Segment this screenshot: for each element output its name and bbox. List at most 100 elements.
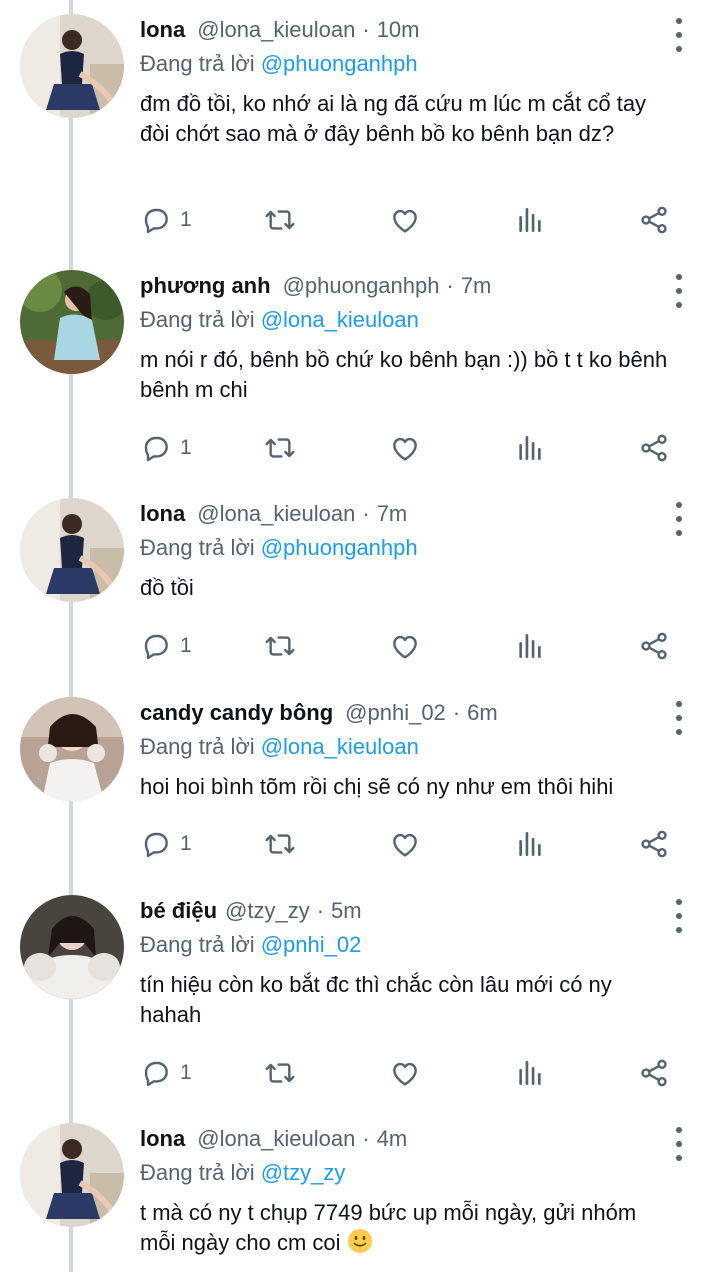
tweet-header: lona @lona_kieuloan · 10m [140,17,420,43]
thread-connector-line [69,0,73,1272]
retweet-icon [265,636,295,656]
retweet-button[interactable] [264,202,296,238]
timestamp[interactable]: 7m [461,273,492,299]
views-button[interactable] [514,202,546,238]
user-handle[interactable]: @phuonganhph [283,273,440,299]
user-handle[interactable]: @tzy_zy [225,898,310,924]
reply-icon [144,208,168,234]
user-handle[interactable]: @lona_kieuloan [197,501,355,527]
share-icon [641,632,667,660]
mention-link[interactable]: @pnhi_02 [261,932,362,958]
retweet-button[interactable] [264,826,296,862]
tweet-text: tín hiệu còn ko bắt đc thì chắc còn lâu … [140,972,612,1027]
reply-button[interactable]: 1 [140,202,192,238]
timestamp[interactable]: 10m [377,17,420,43]
like-button[interactable] [389,1055,421,1091]
views-button[interactable] [514,628,546,664]
views-button[interactable] [514,430,546,466]
tweet-actions: 1 [140,826,680,862]
reply-icon [144,1061,168,1087]
avatar[interactable] [20,895,124,999]
analytics-icon [519,832,541,856]
mention-link[interactable]: @lona_kieuloan [261,734,419,760]
tweet-text-container: t mà có ny t chụp 7749 bức up mỗi ngày, … [140,1198,674,1258]
replying-to: Đang trả lời @pnhi_02 [140,932,362,958]
timestamp[interactable]: 4m [377,1126,408,1152]
reply-button[interactable]: 1 [140,826,192,862]
views-button[interactable] [514,826,546,862]
display-name[interactable]: phương anh [140,273,271,299]
views-button[interactable] [514,1055,546,1091]
timestamp[interactable]: 7m [377,501,408,527]
tweet-text: t mà có ny t chụp 7749 bức up mỗi ngày, … [140,1200,637,1255]
avatar[interactable] [20,270,124,374]
more-vertical-icon [676,899,682,905]
like-button[interactable] [389,202,421,238]
reply-button[interactable]: 1 [140,430,192,466]
avatar[interactable] [20,14,124,118]
analytics-icon [519,436,541,460]
like-button[interactable] [389,826,421,862]
replying-to: Đang trả lời @lona_kieuloan [140,307,419,333]
replying-to: Đang trả lời @phuonganhph [140,51,418,77]
retweet-button[interactable] [264,628,296,664]
tweet-actions: 1 [140,202,680,238]
share-icon [641,434,667,462]
avatar[interactable] [20,697,124,801]
avatar[interactable] [20,1123,124,1227]
replying-to: Đang trả lời @tzy_zy [140,1160,346,1186]
share-button[interactable] [638,628,670,664]
timestamp[interactable]: 6m [467,700,498,726]
tweet-actions: 1 [140,1055,680,1091]
display-name[interactable]: bé điệu [140,898,217,924]
heart-icon [393,833,417,857]
share-icon [641,830,667,858]
display-name[interactable]: lona [140,1126,185,1152]
reply-count: 1 [180,832,192,855]
tweet-header: lona @lona_kieuloan · 7m [140,501,408,527]
slightly-smiling-face-icon [347,1229,372,1253]
tweet-text: hoi hoi bình tõm rồi chị sẽ có ny như em… [140,774,614,799]
timestamp[interactable]: 5m [331,898,362,924]
reply-count: 1 [180,634,192,657]
mention-link[interactable]: @phuonganhph [261,535,418,561]
reply-count: 1 [180,436,192,459]
share-button[interactable] [638,430,670,466]
share-button[interactable] [638,1055,670,1091]
heart-icon [393,209,417,233]
tweet-text: đồ tồi [140,575,194,600]
retweet-icon [265,834,295,854]
heart-icon [393,635,417,659]
retweet-icon [265,1063,295,1083]
reply-button[interactable]: 1 [140,628,192,664]
reply-icon [144,832,168,858]
retweet-button[interactable] [264,430,296,466]
analytics-icon [519,634,541,658]
mention-link[interactable]: @lona_kieuloan [261,307,419,333]
user-handle[interactable]: @lona_kieuloan [197,17,355,43]
reply-button[interactable]: 1 [140,1055,192,1091]
user-handle[interactable]: @pnhi_02 [345,700,446,726]
retweet-icon [265,210,295,230]
avatar[interactable] [20,498,124,602]
tweet-header: bé điệu @tzy_zy · 5m [140,898,362,924]
share-button[interactable] [638,202,670,238]
mention-link[interactable]: @phuonganhph [261,51,418,77]
tweet-text: m nói r đó, bênh bồ chứ ko bênh bạn :)) … [140,347,668,402]
tweet-header: lona @lona_kieuloan · 4m [140,1126,408,1152]
like-button[interactable] [389,430,421,466]
more-vertical-icon [676,274,682,280]
user-handle[interactable]: @lona_kieuloan [197,1126,355,1152]
share-button[interactable] [638,826,670,862]
replying-to: Đang trả lời @phuonganhph [140,535,418,561]
display-name[interactable]: candy candy bông [140,700,333,726]
display-name[interactable]: lona [140,17,185,43]
retweet-button[interactable] [264,1055,296,1091]
more-vertical-icon [676,701,682,707]
like-button[interactable] [389,628,421,664]
tweet-actions: 1 [140,430,680,466]
analytics-icon [519,1061,541,1085]
display-name[interactable]: lona [140,501,185,527]
tweet-header: candy candy bông @pnhi_02 · 6m [140,700,498,726]
mention-link[interactable]: @tzy_zy [261,1160,346,1186]
